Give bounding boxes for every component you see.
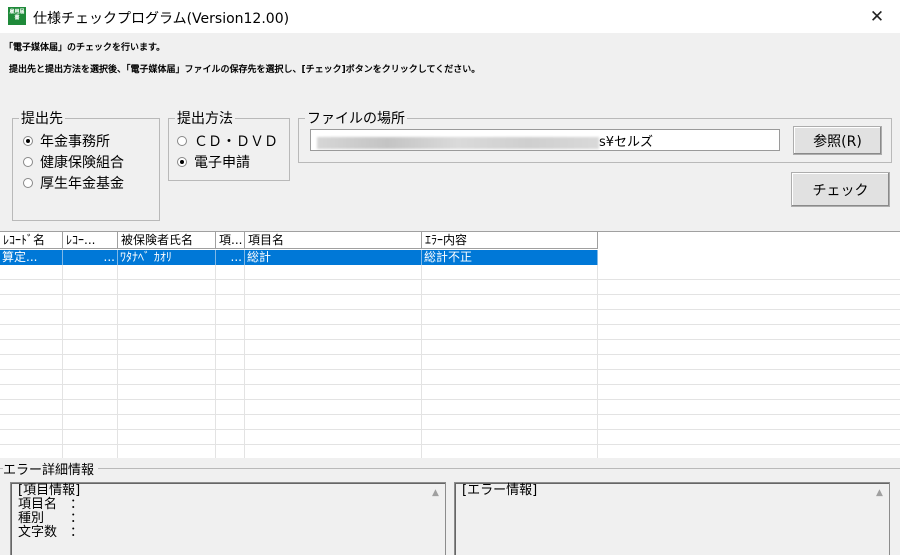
radio-denshi-shinsei[interactable]: 電子申請	[177, 151, 289, 172]
scroll-up-icon[interactable]: ▲	[871, 484, 888, 501]
radio-button-checked-icon[interactable]	[177, 156, 187, 167]
column-header-insured-name[interactable]: 被保険者氏名	[118, 232, 216, 249]
grid-lines	[0, 265, 900, 458]
info-line-2: 提出先と提出方法を選択後、「電子媒体届」ファイルの保存先を選択し、[チェック]ボ…	[9, 65, 481, 75]
radio-kosei-nenkin-kikin[interactable]: 厚生年金基金	[23, 172, 159, 193]
close-icon[interactable]: ✕	[854, 0, 900, 33]
radio-button-icon[interactable]	[177, 135, 187, 146]
radio-label: 厚生年金基金	[40, 175, 124, 192]
grid-header: ﾚｺｰﾄﾞ名 ﾚｺｰ... 被保険者氏名 項... 項目名 ｴﾗｰ内容	[0, 232, 598, 249]
column-header-record-name[interactable]: ﾚｺｰﾄﾞ名	[0, 232, 63, 249]
radio-label: 年金事務所	[40, 133, 110, 150]
file-path-field[interactable]: s¥セルズ	[310, 129, 780, 151]
radio-button-icon[interactable]	[23, 156, 33, 167]
file-path-suffix: s¥セルズ	[599, 135, 654, 150]
main-window: 「電子媒体届」のチェックを行います。 提出先と提出方法を選択後、「電子媒体届」フ…	[0, 33, 900, 555]
radio-cd-dvd[interactable]: ＣＤ・ＤＶＤ	[177, 130, 289, 151]
radio-button-checked-icon[interactable]	[23, 135, 33, 146]
cell-item-name: 総計	[245, 250, 422, 265]
destination-group: 提出先 年金事務所 健康保険組合 厚生年金基金	[12, 108, 160, 221]
radio-label: 電子申請	[194, 154, 250, 171]
radio-kenko-hoken-kumiai[interactable]: 健康保険組合	[23, 151, 159, 172]
error-info-pane[interactable]: [エラー情報] ▲	[454, 482, 890, 555]
error-detail-divider	[0, 468, 900, 469]
radio-button-icon[interactable]	[23, 177, 33, 188]
column-header-record[interactable]: ﾚｺｰ...	[63, 232, 118, 249]
item-info-scrollbar[interactable]: ▲	[427, 484, 444, 555]
window-title: 仕様チェックプログラム(Version12.00)	[33, 11, 290, 27]
item-info-line: 種別 ：	[18, 511, 84, 526]
error-detail-legend: エラー詳細情報	[3, 459, 99, 478]
item-info-text: [項目情報] 項目名 ： 種別 ： 文字数 ：	[18, 484, 83, 540]
scroll-up-icon[interactable]: ▲	[427, 484, 444, 501]
cell-record: ...	[63, 250, 118, 265]
method-legend: 提出方法	[177, 111, 233, 127]
cell-record-name: 算定...	[0, 250, 63, 265]
app-icon: 雇用届書	[8, 7, 26, 25]
column-header-item-no[interactable]: 項...	[216, 232, 245, 249]
info-line-1: 「電子媒体届」のチェックを行います。	[4, 43, 166, 53]
title-bar: 雇用届書 仕様チェックプログラム(Version12.00) ✕	[0, 0, 900, 33]
error-info-text: [エラー情報]	[462, 484, 537, 498]
error-info-header: [エラー情報]	[462, 483, 538, 498]
item-info-line: 項目名 ：	[18, 497, 84, 512]
column-header-error-content[interactable]: ｴﾗｰ内容	[422, 232, 598, 249]
cell-error-content: 総計不正	[422, 250, 598, 265]
cell-item-no: ...	[216, 250, 245, 265]
radio-nenkin-jimusho[interactable]: 年金事務所	[23, 130, 159, 151]
table-row[interactable]: 算定... ... ﾜﾀﾅﾍﾞ ｶｵﾘ ... 総計 総計不正	[0, 250, 598, 265]
column-header-item-name[interactable]: 項目名	[245, 232, 422, 249]
error-info-scrollbar[interactable]: ▲	[871, 484, 888, 555]
method-group: 提出方法 ＣＤ・ＤＶＤ 電子申請	[168, 108, 290, 181]
radio-label: 健康保険組合	[40, 154, 124, 171]
file-location-legend: ファイルの場所	[307, 111, 405, 127]
destination-legend: 提出先	[21, 111, 63, 127]
item-info-header: [項目情報]	[18, 483, 81, 498]
browse-button[interactable]: 参照(R)	[793, 126, 882, 155]
redacted-path	[317, 136, 599, 149]
check-button[interactable]: チェック	[791, 172, 890, 207]
item-info-pane[interactable]: [項目情報] 項目名 ： 種別 ： 文字数 ： ▲	[10, 482, 446, 555]
cell-insured-name: ﾜﾀﾅﾍﾞ ｶｵﾘ	[118, 250, 216, 265]
item-info-line: 文字数 ：	[18, 525, 84, 540]
radio-label: ＣＤ・ＤＶＤ	[194, 133, 278, 150]
error-grid[interactable]: ﾚｺｰﾄﾞ名 ﾚｺｰ... 被保険者氏名 項... 項目名 ｴﾗｰ内容 算定..…	[0, 231, 900, 458]
